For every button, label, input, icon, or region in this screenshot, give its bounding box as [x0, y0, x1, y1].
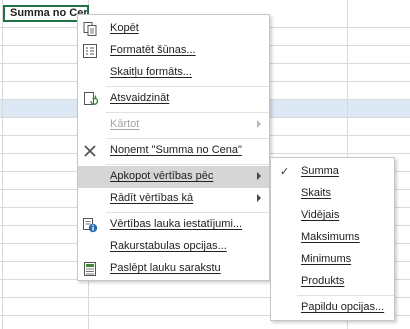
field-list-icon — [82, 261, 98, 277]
submenu-item-average[interactable]: Vidējais — [271, 205, 394, 227]
menu-item-sort-label: Kārtot — [110, 118, 140, 130]
menu-item-remove-field[interactable]: Noņemt "Summa no Cena" — [78, 140, 269, 162]
menu-item-remove-field-label: Noņemt "Summa no Cena" — [110, 144, 242, 156]
menu-item-pivottable-options-label: Rakurstabulas opcijas... — [110, 240, 227, 252]
menu-separator — [106, 112, 269, 113]
menu-item-value-field-settings-label: Vērtības lauka iestatījumi... — [110, 218, 243, 230]
menu-separator — [106, 138, 269, 139]
submenu-item-sum[interactable]: ✓ Summa — [271, 161, 394, 183]
menu-item-summarize-values-by-label: Apkopot vērtības pēc — [110, 170, 214, 182]
menu-item-refresh[interactable]: Atsvaidzināt — [78, 88, 269, 110]
close-icon — [82, 143, 98, 159]
menu-item-value-field-settings[interactable]: Vērtības lauka iestatījumi... — [78, 214, 269, 236]
summarize-values-submenu: ✓ Summa Skaits Vidējais Maksimums Minimu… — [270, 157, 395, 321]
checkmark-icon: ✓ — [280, 166, 290, 178]
menu-item-show-values-as-label: Rādīt vērtības kā — [110, 192, 194, 204]
menu-item-summarize-values-by[interactable]: Apkopot vērtības pēc — [78, 166, 269, 188]
menu-item-hide-field-list-label: Paslēpt lauku sarakstu — [110, 262, 221, 274]
refresh-icon — [82, 91, 98, 107]
menu-item-hide-field-list[interactable]: Paslēpt lauku sarakstu — [78, 258, 269, 280]
menu-separator — [297, 295, 394, 296]
menu-item-refresh-label: Atsvaidzināt — [110, 92, 170, 104]
copy-icon — [82, 21, 98, 37]
menu-item-format-cells[interactable]: Formatēt šūnas... — [78, 40, 269, 62]
submenu-item-sum-label: Summa — [301, 165, 339, 177]
submenu-item-count-label: Skaits — [301, 187, 331, 199]
menu-separator — [106, 164, 269, 165]
chevron-right-icon — [257, 120, 261, 128]
submenu-item-count[interactable]: Skaits — [271, 183, 394, 205]
submenu-item-max[interactable]: Maksimums — [271, 227, 394, 249]
menu-item-copy[interactable]: Kopēt — [78, 18, 269, 40]
menu-item-pivottable-options[interactable]: Rakurstabulas opcijas... — [78, 236, 269, 258]
menu-separator — [106, 86, 269, 87]
menu-item-show-values-as[interactable]: Rādīt vērtības kā — [78, 188, 269, 210]
format-cells-icon — [82, 43, 98, 59]
submenu-item-product[interactable]: Produkts — [271, 271, 394, 293]
chevron-right-icon — [257, 194, 261, 202]
menu-item-sort[interactable]: Kārtot — [78, 114, 269, 136]
menu-item-copy-label: Kopēt — [110, 22, 139, 34]
menu-item-number-format-label: Skaitļu formāts... — [110, 66, 192, 78]
submenu-item-max-label: Maksimums — [301, 231, 360, 243]
context-menu: Kopēt Formatēt šūnas... Skaitļu formāts.… — [77, 14, 270, 281]
submenu-item-average-label: Vidējais — [301, 209, 340, 221]
submenu-item-min-label: Minimums — [301, 253, 352, 265]
chevron-right-icon — [257, 172, 261, 180]
menu-separator — [106, 212, 269, 213]
submenu-item-more-options[interactable]: Papildu opcijas... — [271, 297, 394, 319]
menu-item-format-cells-label: Formatēt šūnas... — [110, 44, 196, 56]
field-settings-icon — [82, 217, 98, 233]
menu-item-number-format[interactable]: Skaitļu formāts... — [78, 62, 269, 84]
submenu-item-more-options-label: Papildu opcijas... — [301, 301, 385, 313]
submenu-item-min[interactable]: Minimums — [271, 249, 394, 271]
submenu-item-product-label: Produkts — [301, 275, 345, 287]
